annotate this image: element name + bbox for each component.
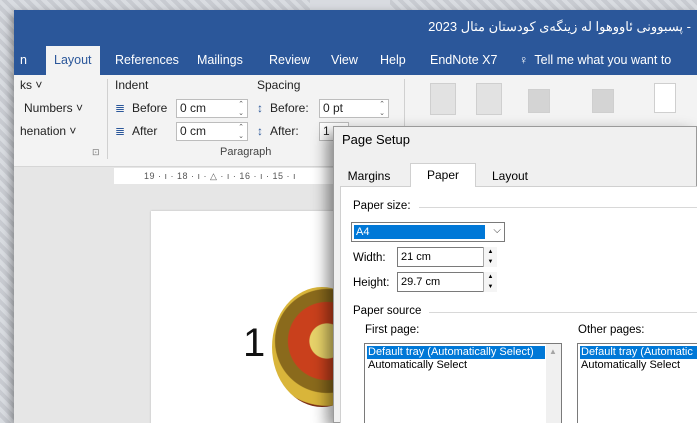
lightbulb-icon: ♀: [519, 53, 529, 67]
other-pages-listbox[interactable]: Default tray (Automatic Automatically Se…: [577, 343, 697, 423]
height-spinner[interactable]: ▲ ▼: [483, 272, 497, 292]
section-divider: [429, 312, 697, 313]
tab-references[interactable]: References: [115, 46, 179, 75]
indent-right-icon: ≣: [115, 124, 126, 138]
tab-paper[interactable]: Paper: [410, 163, 476, 188]
background-corner: [310, 0, 390, 10]
list-item[interactable]: Automatically Select: [367, 359, 467, 372]
paper-source-label: Paper source: [353, 305, 422, 317]
page-setup-dialog: Page Setup Margins Paper Layout Paper si…: [333, 126, 697, 423]
wrap-text-icon[interactable]: [476, 83, 502, 115]
position-icon[interactable]: [430, 83, 456, 115]
spacing-after-label: After:: [270, 124, 299, 138]
indent-after-label: After: [132, 124, 158, 138]
spacing-before-spinner[interactable]: ⌃ ⌄: [377, 100, 387, 119]
tell-me-search[interactable]: ♀ Tell me what you want to: [519, 46, 671, 75]
group-separator: [107, 79, 108, 159]
section-divider: [419, 207, 697, 208]
listbox-scrollbar[interactable]: ▲: [546, 344, 561, 423]
spacing-before-icon: ↕: [257, 101, 263, 115]
document-title: - پسبوونی ئاووهوا له زینگەی کودستان مثال…: [428, 19, 691, 34]
tab-endnote[interactable]: EndNote X7: [430, 46, 497, 75]
page-number-text: 1: [243, 321, 266, 365]
dialog-tabs: Margins Paper Layout: [340, 163, 697, 188]
spacing-header: Spacing: [257, 78, 301, 92]
spacing-before-label: Before:: [270, 101, 309, 115]
chevron-down-icon: ⌵: [493, 225, 501, 236]
tab-design[interactable]: n: [20, 46, 27, 75]
tab-layout-dialog[interactable]: Layout: [480, 166, 540, 187]
tab-margins[interactable]: Margins: [340, 166, 398, 187]
scroll-up-icon[interactable]: ▲: [549, 347, 557, 356]
breaks-button[interactable]: ks ˅: [20, 78, 42, 92]
height-label: Height:: [353, 277, 390, 289]
tab-layout[interactable]: Layout: [46, 46, 100, 75]
first-page-listbox[interactable]: Default tray (Automatically Select) Auto…: [364, 343, 562, 423]
height-value: 29.7 cm: [401, 276, 441, 288]
indent-before-spinner[interactable]: ⌃ ⌄: [236, 100, 246, 119]
list-item[interactable]: Default tray (Automatic: [580, 346, 697, 359]
paper-size-dropdown[interactable]: A4 ⌵: [351, 222, 505, 242]
tab-review[interactable]: Review: [269, 46, 310, 75]
tab-mailings[interactable]: Mailings: [197, 46, 243, 75]
paper-size-label: Paper size:: [353, 200, 411, 212]
spacing-after-icon: ↕: [257, 124, 263, 138]
width-spinner[interactable]: ▲ ▼: [483, 247, 497, 267]
height-input[interactable]: 29.7 cm: [397, 272, 497, 292]
first-page-label: First page:: [365, 324, 420, 336]
tell-me-label: Tell me what you want to: [534, 53, 672, 67]
hyphenation-button[interactable]: henation ˅: [20, 124, 76, 138]
list-item[interactable]: Automatically Select: [580, 359, 680, 372]
title-bar: - پسبوونی ئاووهوا له زینگەی کودستان مثال…: [14, 10, 697, 46]
indent-left-icon: ≣: [115, 101, 126, 115]
indent-header: Indent: [115, 78, 149, 92]
line-numbers-button[interactable]: Numbers ˅: [24, 101, 83, 115]
ribbon-tabs: n Layout References Mailings Review View…: [14, 46, 697, 75]
paper-size-value: A4: [354, 225, 485, 239]
other-pages-label: Other pages:: [578, 324, 645, 336]
selection-pane-icon[interactable]: [654, 83, 676, 113]
width-label: Width:: [353, 252, 386, 264]
width-value: 21 cm: [401, 251, 431, 263]
send-backward-icon[interactable]: [592, 89, 614, 113]
list-item[interactable]: Default tray (Automatically Select): [367, 346, 545, 359]
bring-forward-icon[interactable]: [528, 89, 550, 113]
tab-help[interactable]: Help: [380, 46, 406, 75]
indent-before-label: Before: [132, 101, 168, 115]
tab-view[interactable]: View: [331, 46, 358, 75]
dialog-title: Page Setup: [342, 132, 410, 147]
width-input[interactable]: 21 cm: [397, 247, 497, 267]
page-setup-launcher-icon[interactable]: ⊡: [92, 147, 100, 158]
indent-after-spinner[interactable]: ⌃ ⌄: [236, 123, 246, 142]
paragraph-group-label: Paragraph: [220, 146, 272, 158]
